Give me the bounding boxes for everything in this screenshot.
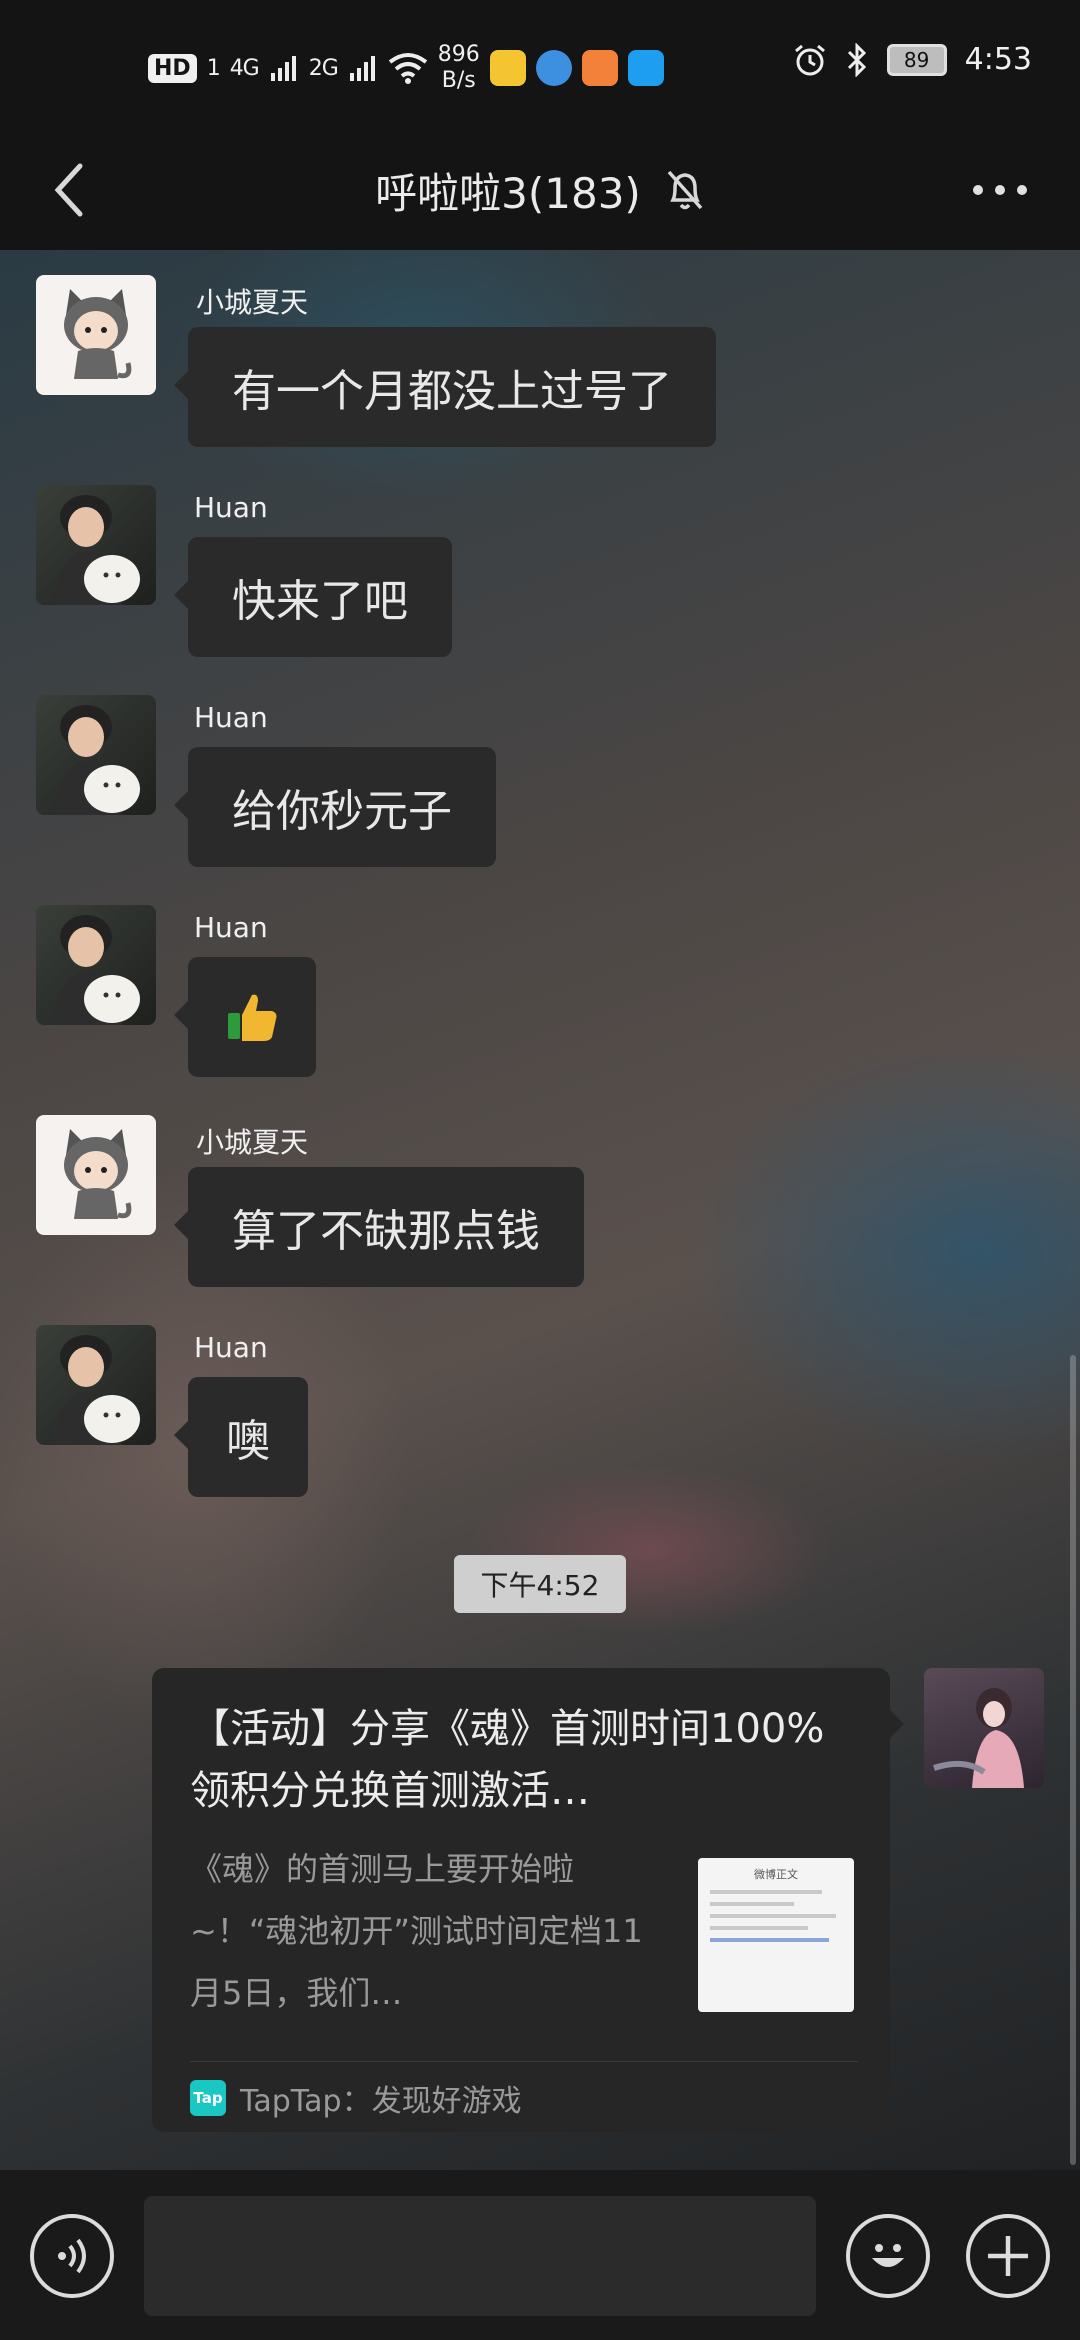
emoji-icon — [872, 2244, 904, 2267]
video-app-icon — [581, 50, 618, 86]
taptap-logo-icon: Tap — [190, 2080, 226, 2116]
share-card-body: 《魂》的首测马上要开始啦~！“魂池初开”测试时间定档11月5日，我们… — [190, 1850, 643, 2012]
avatar[interactable] — [36, 275, 156, 395]
person-dog-avatar-icon — [54, 915, 140, 1025]
add-button[interactable] — [966, 2214, 1050, 2298]
avatar[interactable] — [36, 485, 156, 605]
sender-name: 小城夏天 — [196, 286, 309, 319]
battery-indicator: 89 — [886, 43, 947, 76]
anime-girl-avatar-icon — [933, 1688, 1024, 1788]
more-button[interactable] — [960, 150, 1040, 230]
share-card-source-label: TapTap：发现好游戏 — [240, 2084, 522, 2119]
sender-name: Huan — [194, 1331, 268, 1364]
signal-4g-icon — [270, 56, 296, 81]
sender-name: Huan — [194, 701, 268, 734]
message-bubble[interactable] — [174, 957, 316, 1077]
message-bubble[interactable]: 快来了吧 — [174, 537, 452, 657]
signal-2g-icon — [349, 56, 375, 81]
chat-header: 呼啦啦3(183) — [0, 130, 1080, 250]
net-speed-unit: B/s — [441, 68, 476, 93]
browser-app-icon — [535, 50, 572, 86]
chat-area[interactable]: 小城夏天 有一个月都没上过号了 Huan 快来了吧 Huan 给你秒元子 Hua… — [0, 250, 1080, 2170]
message-bubble[interactable]: 算了不缺那点钱 — [174, 1167, 584, 1287]
signal-4g-label: 4G — [229, 55, 260, 81]
signal-2g-label: 2G — [308, 55, 339, 81]
person-dog-avatar-icon — [54, 1335, 140, 1445]
folder-app-icon — [489, 50, 526, 86]
input-bar — [0, 2170, 1080, 2340]
person-dog-avatar-icon — [54, 495, 140, 605]
message-bubble[interactable]: 噢 — [174, 1377, 308, 1497]
voice-icon — [58, 2238, 86, 2274]
title-wrap: 呼啦啦3(183) — [0, 150, 1080, 230]
message-input[interactable] — [144, 2196, 816, 2316]
hd-indicator: HD — [148, 53, 197, 83]
share-card-title: 【活动】分享《魂》首测时间100%领积分兑换首测激活… — [190, 1706, 825, 1814]
sim-slot: 1 — [206, 55, 221, 81]
sender-name: 小城夏天 — [196, 1126, 309, 1159]
person-dog-avatar-icon — [54, 705, 140, 815]
avatar[interactable] — [36, 1115, 156, 1235]
thumbnail-header: 微博正文 — [754, 1868, 798, 1881]
cat-avatar-icon — [64, 289, 132, 379]
avatar[interactable] — [36, 1325, 156, 1445]
voice-button[interactable] — [30, 2214, 114, 2298]
wifi-icon — [388, 53, 428, 84]
message-bubble[interactable]: 给你秒元子 — [174, 747, 496, 867]
alarm-icon — [794, 44, 825, 75]
plus-icon — [988, 2236, 1028, 2276]
share-card[interactable]: 【活动】分享《魂》首测时间100%领积分兑换首测激活… 《魂》的首测马上要开始啦… — [152, 1668, 904, 2132]
status-bar: HD 1 4G 2G 896 B/s 89 4:53 — [0, 0, 1080, 130]
self-avatar[interactable] — [924, 1668, 1044, 1788]
message-bubble[interactable]: 有一个月都没上过号了 — [174, 327, 716, 447]
emoji-button[interactable] — [846, 2214, 930, 2298]
status-right: 89 4:53 — [793, 42, 1032, 77]
group-title[interactable]: 呼啦啦3(183) — [375, 160, 641, 221]
net-speed: 896 B/s — [438, 42, 480, 94]
message-timestamp: 下午4:52 — [454, 1555, 626, 1613]
search-app-icon — [627, 50, 664, 86]
bell-muted-icon — [667, 170, 703, 210]
sender-name: Huan — [194, 491, 268, 524]
bluetooth-icon — [847, 42, 866, 77]
thumbs-up-icon — [228, 994, 277, 1041]
share-card-thumbnail: 微博正文 — [698, 1858, 854, 2012]
avatar[interactable] — [36, 905, 156, 1025]
avatar[interactable] — [36, 695, 156, 815]
share-card-divider — [190, 2061, 858, 2062]
sender-name: Huan — [194, 911, 268, 944]
status-time: 4:53 — [964, 42, 1032, 77]
status-left: HD 1 4G 2G 896 B/s — [148, 42, 664, 94]
more-dots-icon — [973, 185, 1027, 195]
cat-avatar-icon — [64, 1129, 132, 1219]
net-speed-value: 896 — [437, 42, 480, 67]
share-card-source: Tap TapTap：发现好游戏 — [190, 2076, 522, 2120]
scrollbar[interactable] — [1070, 1355, 1076, 2165]
